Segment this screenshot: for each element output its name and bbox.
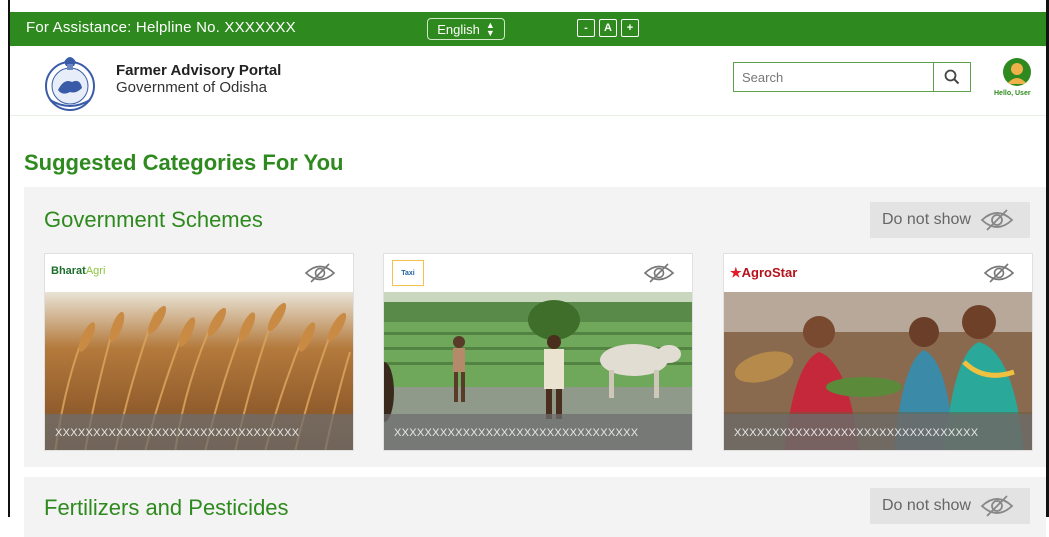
category-title: Government Schemes (44, 207, 263, 232)
portal-subtitle: Government of Odisha (116, 79, 267, 96)
category-title: Fertilizers and Pesticides (44, 495, 289, 520)
do-not-show-button[interactable]: Do not show (870, 488, 1030, 524)
font-decrease-button[interactable]: - (577, 19, 595, 37)
eye-off-icon[interactable] (303, 261, 337, 285)
language-select[interactable]: English ▲ ▼ (427, 18, 505, 40)
search-input[interactable] (734, 63, 934, 91)
do-not-show-label: Do not show (882, 211, 971, 228)
select-arrows-icon: ▲ ▼ (485, 20, 495, 38)
helpline-text: For Assistance: Helpline No. XXXXXXX (26, 19, 296, 36)
star-icon: ★ (730, 265, 742, 280)
brand-name: Taxi (401, 269, 415, 277)
card-caption: XXXXXXXXXXXXXXXXXXXXXXXXXXXXXXXX (724, 414, 1032, 450)
eye-off-icon[interactable] (642, 261, 676, 285)
card-header: ★AgroStar (724, 254, 1032, 292)
search-box (733, 62, 971, 92)
app-window: For Assistance: Helpline No. XXXXXXX Eng… (0, 0, 1049, 537)
top-bar: For Assistance: Helpline No. XXXXXXX Eng… (10, 12, 1046, 46)
brand-logo-taxi: Taxi (392, 260, 424, 286)
site-header: Farmer Advisory Portal Government of Odi… (10, 46, 1046, 116)
scheme-card[interactable]: Taxi XXXXXXXXXXXXXXXXXXXXXXXXXXXXXXXX (383, 253, 693, 451)
font-increase-button[interactable]: + (621, 19, 639, 37)
brand-name-part: Agri (85, 265, 106, 277)
user-greeting[interactable]: Hello, User (994, 90, 1031, 97)
eye-off-icon[interactable] (982, 261, 1016, 285)
card-header: Taxi (384, 254, 692, 292)
portal-title: Farmer Advisory Portal (116, 62, 282, 79)
card-caption: XXXXXXXXXXXXXXXXXXXXXXXXXXXXXXXX (45, 414, 353, 450)
font-size-controls: - A + (577, 19, 639, 37)
odisha-emblem-logo[interactable] (40, 50, 100, 112)
user-avatar[interactable] (1003, 58, 1031, 86)
scheme-card[interactable]: BharatAgri XXXXXXXXXXXXXXXXXXXXXXXXXXXXX… (44, 253, 354, 451)
brand-name-part: Bharat (51, 265, 86, 277)
card-caption: XXXXXXXXXXXXXXXXXXXXXXXXXXXXXXXX (384, 414, 692, 450)
do-not-show-button[interactable]: Do not show (870, 202, 1030, 238)
card-header: BharatAgri (45, 254, 353, 292)
brand-logo-bharatagri: BharatAgri (51, 265, 105, 277)
search-icon (944, 69, 960, 85)
do-not-show-label: Do not show (882, 497, 971, 514)
category-panel-government-schemes: Government Schemes Do not show BharatAgr… (24, 187, 1046, 467)
eye-off-icon (980, 495, 1014, 517)
user-icon (1007, 63, 1027, 84)
font-normal-button[interactable]: A (599, 19, 617, 37)
eye-off-icon (980, 209, 1014, 231)
brand-name: AgroStar (741, 265, 798, 280)
section-heading: Suggested Categories For You (24, 150, 344, 175)
scheme-card[interactable]: ★AgroStar XXXXXXXXXXXXXXXXXXXXXXXXXXXXXX… (723, 253, 1033, 451)
brand-logo-agrostar: ★AgroStar (730, 265, 797, 281)
category-panel-fertilizers: Fertilizers and Pesticides Do not show (24, 477, 1046, 537)
language-value: English (437, 21, 480, 37)
search-button[interactable] (934, 63, 970, 91)
